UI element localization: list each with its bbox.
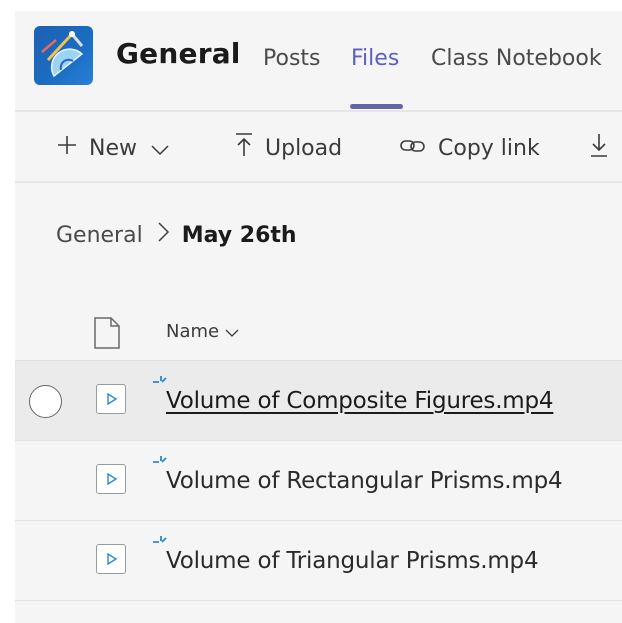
tab-posts[interactable]: Posts	[263, 46, 321, 71]
breadcrumb-current: May 26th	[181, 222, 297, 248]
breadcrumb: General May 26th	[56, 222, 297, 248]
video-file-icon	[96, 464, 126, 494]
file-type-column-icon[interactable]	[94, 317, 120, 353]
file-name-link[interactable]: Volume of Composite Figures.mp4	[166, 388, 554, 414]
tab-class-notebook[interactable]: Class Notebook	[431, 46, 602, 71]
command-bar: New Upload Copy link	[15, 110, 622, 183]
video-file-icon	[96, 384, 126, 414]
team-logo-icon[interactable]	[34, 26, 93, 85]
breadcrumb-root[interactable]: General	[56, 223, 143, 248]
link-icon	[400, 136, 426, 161]
file-row[interactable]: Volume of Composite Figures.mp4	[15, 361, 622, 441]
active-tab-indicator	[350, 104, 403, 109]
name-column-header[interactable]: Name	[166, 321, 239, 342]
upload-icon	[235, 133, 253, 163]
upload-button[interactable]: Upload	[235, 133, 342, 163]
chevron-down-icon	[225, 321, 239, 342]
name-column-label: Name	[166, 321, 220, 342]
video-file-icon	[96, 544, 126, 574]
file-row[interactable]: Volume of Rectangular Prisms.mp4	[15, 441, 622, 521]
file-name-link[interactable]: Volume of Triangular Prisms.mp4	[166, 548, 539, 574]
copy-link-button[interactable]: Copy link	[400, 133, 540, 163]
channel-header: General Posts Files Class Notebook	[15, 11, 622, 109]
channel-title: General	[116, 37, 241, 70]
file-row[interactable]: Volume of Triangular Prisms.mp4	[15, 521, 622, 601]
download-button[interactable]	[590, 133, 620, 163]
new-button-label: New	[89, 135, 137, 161]
copy-link-button-label: Copy link	[438, 135, 540, 161]
new-button[interactable]: New	[57, 133, 169, 163]
chevron-right-icon	[158, 222, 169, 248]
teams-files-view: General Posts Files Class Notebook New U…	[15, 11, 622, 623]
upload-button-label: Upload	[265, 135, 343, 161]
file-list-header: Name	[15, 311, 622, 361]
tab-files[interactable]: Files	[351, 46, 399, 71]
row-select-checkbox[interactable]	[29, 385, 62, 418]
download-icon	[590, 133, 608, 163]
chevron-down-icon	[151, 136, 169, 161]
plus-icon	[57, 135, 77, 161]
file-name-link[interactable]: Volume of Rectangular Prisms.mp4	[166, 468, 563, 494]
